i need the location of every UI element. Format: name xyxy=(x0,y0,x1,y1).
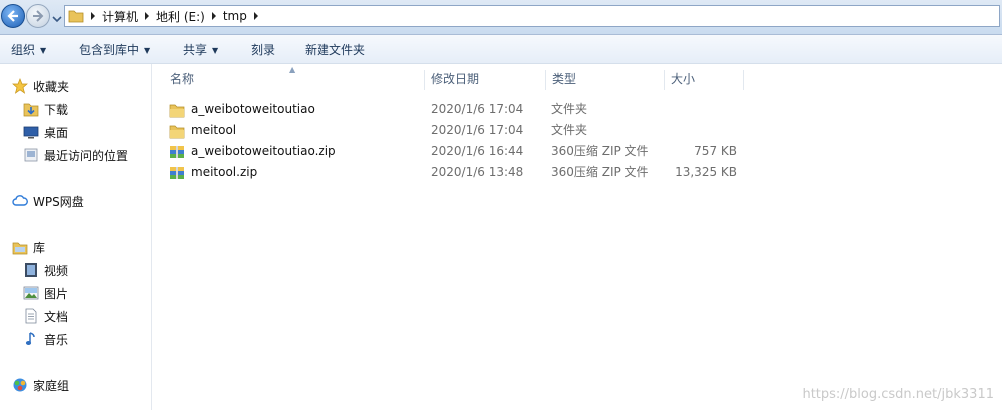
downloads-folder-icon xyxy=(23,101,39,117)
nav-label: 音乐 xyxy=(44,332,69,347)
file-name: meitool xyxy=(191,123,237,137)
file-type: 360压缩 ZIP 文件 xyxy=(551,144,649,158)
nav-label: 库 xyxy=(33,240,46,255)
nav-libraries[interactable]: 库 xyxy=(12,237,45,257)
column-name[interactable]: 名称 xyxy=(164,68,424,90)
file-type: 文件夹 xyxy=(551,123,588,137)
file-size: 757 KB xyxy=(694,144,737,158)
caret-down-icon: ▼ xyxy=(212,46,219,55)
file-name: meitool.zip xyxy=(191,165,258,179)
library-icon xyxy=(12,239,28,255)
nav-downloads[interactable]: 下载 xyxy=(23,99,68,119)
file-modified: 2020/1/6 16:44 xyxy=(431,144,524,158)
back-arrow-icon xyxy=(7,10,18,22)
file-type: 360压缩 ZIP 文件 xyxy=(551,165,649,179)
folder-icon xyxy=(169,102,185,118)
file-size xyxy=(672,99,737,120)
breadcrumb-separator-icon[interactable] xyxy=(87,5,99,27)
new-folder-button[interactable]: 新建文件夹 xyxy=(305,41,365,58)
include-in-library-label: 包含到库中 xyxy=(79,43,140,57)
file-row[interactable]: a_weibotoweitoutiao.zip 2020/1/6 16:44 3… xyxy=(152,141,1002,162)
nav-recent-places[interactable]: 最近访问的位置 xyxy=(23,145,128,165)
folder-icon xyxy=(169,123,185,139)
nav-label: 视频 xyxy=(44,263,69,278)
organize-button[interactable]: 组织 ▼ xyxy=(11,41,46,58)
column-header: ▲ 名称 修改日期 类型 大小 xyxy=(152,65,1002,90)
include-in-library-button[interactable]: 包含到库中 ▼ xyxy=(79,41,150,58)
nav-wps-cloud[interactable]: WPS网盘 xyxy=(12,191,84,211)
command-bar: 组织 ▼ 包含到库中 ▼ 共享 ▼ 刻录 新建文件夹 xyxy=(0,35,1002,64)
breadcrumb-computer[interactable]: 计算机 xyxy=(99,8,141,25)
column-size[interactable]: 大小 xyxy=(665,68,743,90)
nav-videos[interactable]: 视频 xyxy=(23,260,68,280)
nav-label: WPS网盘 xyxy=(33,194,84,209)
column-modified[interactable]: 修改日期 xyxy=(425,68,545,90)
nav-label: 最近访问的位置 xyxy=(44,148,129,163)
caret-down-icon: ▼ xyxy=(40,46,47,55)
video-icon xyxy=(23,262,39,278)
nav-favorites[interactable]: 收藏夹 xyxy=(12,76,69,96)
breadcrumb-separator-icon[interactable] xyxy=(208,5,220,27)
nav-label: 文档 xyxy=(44,309,69,324)
nav-music[interactable]: 音乐 xyxy=(23,329,68,349)
file-name-cell: a_weibotoweitoutiao.zip xyxy=(169,141,336,162)
file-type: 文件夹 xyxy=(551,102,588,116)
file-modified: 2020/1/6 17:04 xyxy=(431,123,524,137)
music-note-icon xyxy=(23,331,39,347)
column-type[interactable]: 类型 xyxy=(546,68,664,90)
share-button[interactable]: 共享 ▼ xyxy=(183,41,218,58)
organize-label: 组织 xyxy=(11,43,36,57)
breadcrumb-drive[interactable]: 地利 (E:) xyxy=(153,8,208,25)
file-name-cell: meitool.zip xyxy=(169,162,257,183)
nav-label: 收藏夹 xyxy=(33,79,70,94)
picture-icon xyxy=(23,285,39,301)
chevron-down-icon xyxy=(52,16,62,23)
breadcrumb-separator-icon[interactable] xyxy=(141,5,153,27)
breadcrumb-folder[interactable]: tmp xyxy=(220,9,250,23)
recent-places-icon xyxy=(23,147,39,163)
nav-label: 图片 xyxy=(44,286,69,301)
desktop-icon xyxy=(23,124,39,140)
star-icon xyxy=(12,78,28,94)
nav-label: 家庭组 xyxy=(33,378,70,393)
back-button[interactable] xyxy=(1,4,25,28)
nav-label: 下载 xyxy=(44,102,69,117)
burn-button[interactable]: 刻录 xyxy=(251,41,275,58)
watermark: https://blog.csdn.net/jbk3311 xyxy=(802,387,994,402)
share-label: 共享 xyxy=(183,43,208,57)
file-name: a_weibotoweitoutiao xyxy=(191,102,315,116)
nav-pictures[interactable]: 图片 xyxy=(23,283,68,303)
nav-desktop[interactable]: 桌面 xyxy=(23,122,68,142)
file-modified: 2020/1/6 17:04 xyxy=(431,102,524,116)
zip-archive-icon xyxy=(169,144,185,160)
address-bar: 计算机 地利 (E:) tmp xyxy=(0,0,1002,35)
nav-label: 桌面 xyxy=(44,125,69,140)
file-modified: 2020/1/6 13:48 xyxy=(431,165,524,179)
path-box[interactable]: 计算机 地利 (E:) tmp xyxy=(64,5,1000,27)
file-size xyxy=(672,120,737,141)
homegroup-icon xyxy=(12,377,28,393)
file-list: ▲ 名称 修改日期 类型 大小 a_weibotoweitoutiao 2020… xyxy=(152,64,1002,410)
column-divider[interactable] xyxy=(743,70,744,90)
file-name-cell: meitool xyxy=(169,120,236,141)
forward-arrow-icon xyxy=(33,10,44,22)
navigation-pane: 收藏夹 下载 桌面 最近访问的位置 WPS网盘 库 视频 图片 文档 音乐 家庭… xyxy=(0,64,152,410)
folder-icon xyxy=(65,5,87,27)
file-row[interactable]: meitool.zip 2020/1/6 13:48 360压缩 ZIP 文件 … xyxy=(152,162,1002,183)
zip-archive-icon xyxy=(169,165,185,181)
file-row[interactable]: a_weibotoweitoutiao 2020/1/6 17:04 文件夹 xyxy=(152,99,1002,120)
nav-documents[interactable]: 文档 xyxy=(23,306,68,326)
breadcrumb-separator-icon[interactable] xyxy=(250,5,262,27)
forward-button[interactable] xyxy=(26,4,50,28)
cloud-icon xyxy=(12,193,28,209)
file-name-cell: a_weibotoweitoutiao xyxy=(169,99,315,120)
nav-homegroup[interactable]: 家庭组 xyxy=(12,375,69,395)
recent-pages-dropdown[interactable] xyxy=(52,12,62,23)
file-name: a_weibotoweitoutiao.zip xyxy=(191,144,336,158)
file-size: 13,325 KB xyxy=(675,165,737,179)
caret-down-icon: ▼ xyxy=(144,46,151,55)
document-icon xyxy=(23,308,39,324)
file-row[interactable]: meitool 2020/1/6 17:04 文件夹 xyxy=(152,120,1002,141)
